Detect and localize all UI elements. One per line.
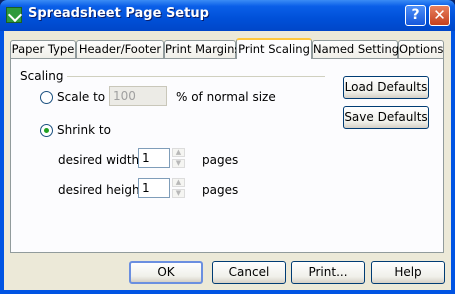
print-scaling-panel: Scaling Scale to 100 % of normal size Sh… xyxy=(10,58,444,253)
tab-print-margins[interactable]: Print Margins xyxy=(164,40,240,58)
desired-width-label: desired width: xyxy=(58,153,144,167)
help-button[interactable]: Help xyxy=(371,261,445,284)
cancel-button[interactable]: Cancel xyxy=(212,261,286,284)
height-pages-label: pages xyxy=(202,183,239,197)
desired-height-input[interactable]: 1 xyxy=(138,178,170,198)
shrink-to-radio[interactable] xyxy=(40,124,53,137)
window-title: Spreadsheet Page Setup xyxy=(28,6,209,21)
desired-height-stepper[interactable]: ▲ ▼ xyxy=(172,178,185,198)
width-pages-label: pages xyxy=(202,153,239,167)
load-defaults-button[interactable]: Load Defaults xyxy=(343,76,429,99)
ok-button[interactable]: OK xyxy=(129,261,203,284)
spin-down-icon[interactable]: ▼ xyxy=(172,189,185,198)
scale-to-label[interactable]: Scale to xyxy=(57,90,105,104)
close-button[interactable]: ✕ xyxy=(429,5,450,26)
spin-down-icon[interactable]: ▼ xyxy=(172,159,185,168)
scale-suffix-label: % of normal size xyxy=(176,90,276,104)
dialog-client: Paper Type Header/Footer Print Margins P… xyxy=(4,31,451,290)
dialog-window: Spreadsheet Page Setup ? ✕ Paper Type He… xyxy=(0,0,455,294)
shrink-to-label[interactable]: Shrink to xyxy=(57,123,111,137)
group-divider xyxy=(67,76,325,77)
tab-print-scaling[interactable]: Print Scaling xyxy=(236,38,312,59)
desired-height-label: desired height: xyxy=(58,183,149,197)
scale-percent-input[interactable]: 100 xyxy=(109,86,167,106)
print-button[interactable]: Print... xyxy=(291,261,365,284)
save-defaults-button[interactable]: Save Defaults xyxy=(343,106,429,129)
scale-to-radio[interactable] xyxy=(40,91,53,104)
desired-width-input[interactable]: 1 xyxy=(138,148,170,168)
tab-options[interactable]: Options xyxy=(398,40,444,58)
spin-up-icon[interactable]: ▲ xyxy=(172,148,185,157)
tab-paper-type[interactable]: Paper Type xyxy=(10,40,76,58)
tab-header-footer[interactable]: Header/Footer xyxy=(76,40,164,58)
help-title-button[interactable]: ? xyxy=(405,5,426,26)
tab-named-settings[interactable]: Named Settings xyxy=(312,40,405,58)
spreadsheet-app-icon xyxy=(6,7,22,23)
title-bar[interactable]: Spreadsheet Page Setup ? ✕ xyxy=(0,0,455,31)
spin-up-icon[interactable]: ▲ xyxy=(172,178,185,187)
desired-width-stepper[interactable]: ▲ ▼ xyxy=(172,148,185,168)
scaling-group-label: Scaling xyxy=(20,69,64,83)
